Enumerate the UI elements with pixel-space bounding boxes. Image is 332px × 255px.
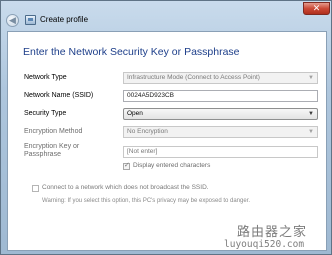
encryption-method-label: Encryption Method xyxy=(24,128,83,135)
page-heading: Enter the Network Security Key or Passph… xyxy=(23,46,240,58)
window-frame: ◀ Create profile ✕ Enter the Network Sec… xyxy=(0,0,332,255)
hidden-ssid-label: Connect to a network which does not broa… xyxy=(42,184,209,191)
privacy-warning: Warning: If you select this option, this… xyxy=(42,198,251,204)
watermark-url: luyouqi520.com xyxy=(224,239,305,250)
chevron-down-icon: ▼ xyxy=(308,75,314,81)
close-button[interactable]: ✕ xyxy=(303,2,330,15)
ssid-label: Network Name (SSID) xyxy=(24,92,94,99)
back-arrow-icon: ◀ xyxy=(9,15,16,25)
display-characters-checkbox[interactable] xyxy=(123,161,130,170)
network-type-label: Network Type xyxy=(24,74,67,81)
hidden-ssid-checkbox[interactable] xyxy=(32,185,39,192)
encryption-method-select[interactable]: No Encryption ▼ xyxy=(123,126,318,138)
back-button[interactable]: ◀ xyxy=(6,14,19,27)
network-type-select[interactable]: Infrastructure Mode (Connect to Access P… xyxy=(123,72,318,84)
security-type-select[interactable]: Open ▼ xyxy=(123,108,318,120)
network-profile-icon xyxy=(25,15,36,25)
dialog-content: Enter the Network Security Key or Passph… xyxy=(7,31,327,251)
security-type-label: Security Type xyxy=(24,110,67,117)
chevron-down-icon: ▼ xyxy=(308,129,314,135)
window-title: Create profile xyxy=(40,15,89,24)
watermark: 路由器之家 luyouqi520.com xyxy=(221,219,327,253)
display-characters-label: Display entered characters xyxy=(133,162,211,169)
watermark-chinese: 路由器之家 xyxy=(237,225,308,240)
chevron-down-icon: ▼ xyxy=(308,111,314,117)
close-icon: ✕ xyxy=(312,3,321,13)
encryption-key-label: Encryption Key or Passphrase xyxy=(24,143,80,158)
ssid-input[interactable]: 0024A5D923CB xyxy=(123,90,318,102)
title-bar: ◀ Create profile ✕ xyxy=(1,1,331,31)
encryption-key-input[interactable]: [Not enter] xyxy=(123,146,318,158)
